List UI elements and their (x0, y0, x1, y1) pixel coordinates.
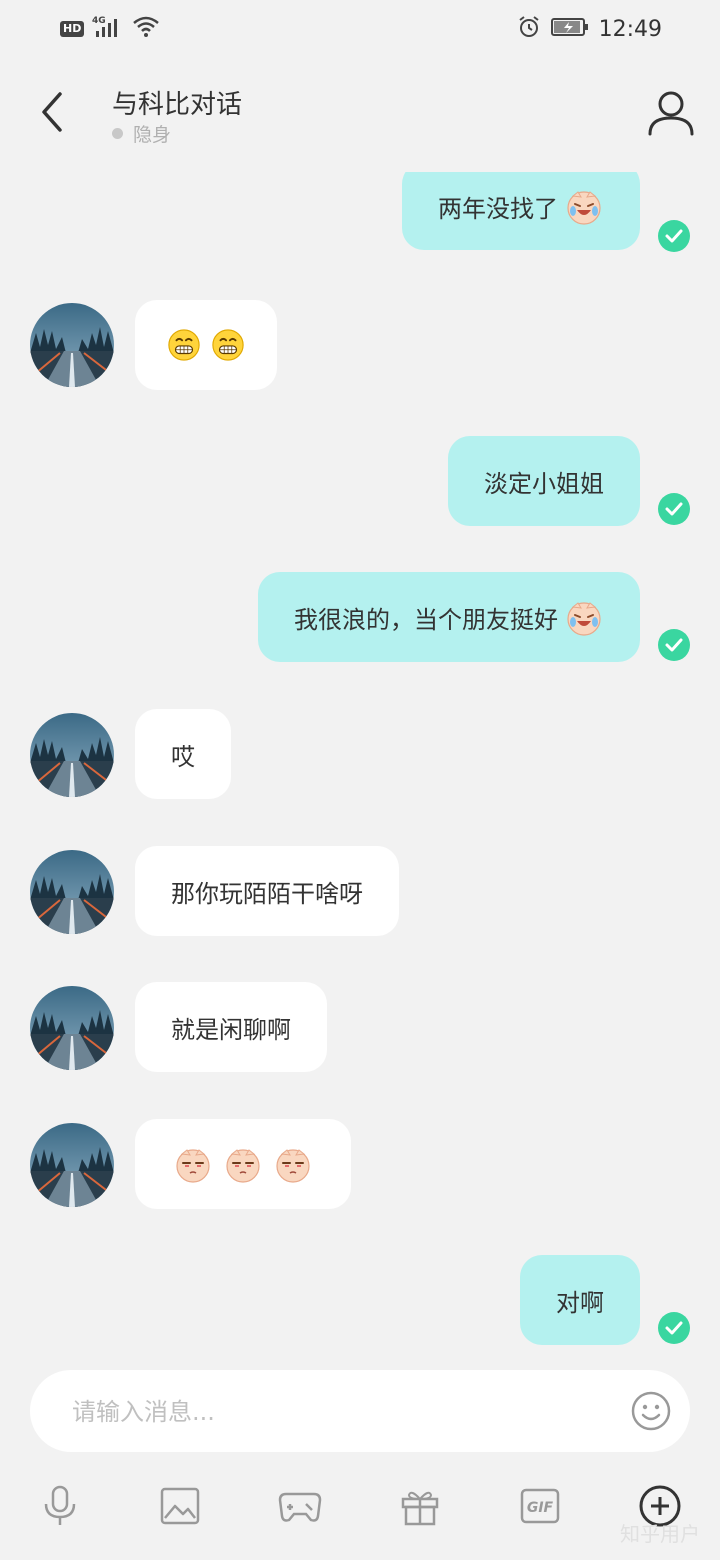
message-input[interactable] (70, 1370, 614, 1454)
svg-text:GIF: GIF (527, 1500, 554, 1516)
avatar[interactable] (30, 850, 114, 934)
emoji-button[interactable] (630, 1390, 672, 1432)
message-bubble-sent[interactable]: 对啊 (520, 1255, 640, 1345)
emoji-group (173, 1144, 313, 1184)
status-text: 隐身 (133, 124, 172, 146)
chevron-left-icon (42, 92, 62, 132)
gift-button[interactable] (388, 1474, 452, 1538)
smirk-icon (223, 1144, 263, 1184)
message-text: 那你玩陌陌干啥呀 (171, 879, 363, 908)
avatar-image (30, 986, 114, 1070)
message-bubble-sent[interactable]: 两年没找了 (402, 172, 640, 250)
user-icon (648, 91, 694, 136)
message-text: 淡定小姐姐 (484, 469, 604, 498)
chat-header: 与科比对话 隐身 (0, 70, 720, 160)
voice-button[interactable] (28, 1474, 92, 1538)
avatar[interactable] (30, 1123, 114, 1207)
status-left: HD 4G (60, 14, 160, 44)
hd-badge: HD (60, 21, 85, 37)
message-list[interactable]: 两年没找了 淡定小姐姐 我很浪的，当个朋友挺好 哎 那你玩陌陌干啥呀 就是闲聊啊… (0, 172, 720, 1362)
emoji-group (167, 328, 245, 362)
gift-icon (401, 1491, 439, 1526)
clock-time: 12:49 (598, 16, 662, 42)
chat-title: 与科比对话 (112, 90, 243, 120)
gif-icon: GIF (520, 1488, 560, 1524)
message-text: 就是闲聊啊 (171, 1015, 291, 1044)
avatar-image (30, 1123, 114, 1207)
presence-status: 隐身 (112, 120, 171, 147)
bottom-toolbar: GIF (0, 1474, 720, 1538)
profile-button[interactable] (646, 88, 696, 138)
message-text: 我很浪的，当个朋友挺好 (294, 605, 558, 634)
status-bar: HD 4G 12:49 (0, 0, 720, 58)
message-bubble-received[interactable] (135, 1119, 351, 1209)
microphone-icon (44, 1485, 76, 1525)
message-bubble-received[interactable] (135, 300, 277, 390)
back-button[interactable] (30, 84, 74, 140)
wifi-icon (132, 15, 160, 43)
game-button[interactable] (268, 1474, 332, 1538)
image-icon (160, 1487, 200, 1525)
gif-button[interactable]: GIF (508, 1474, 572, 1538)
game-icon (278, 1492, 322, 1522)
status-right: 12:49 (517, 14, 662, 44)
read-check-icon (658, 629, 690, 661)
avatar[interactable] (30, 713, 114, 797)
avatar-image (30, 850, 114, 934)
smirk-icon (273, 1144, 313, 1184)
image-button[interactable] (148, 1474, 212, 1538)
grin-icon (211, 328, 245, 362)
grin-icon (167, 328, 201, 362)
svg-text:4G: 4G (92, 16, 106, 26)
message-bubble-received[interactable]: 哎 (135, 709, 231, 799)
alarm-icon (517, 15, 541, 43)
avatar-image (30, 303, 114, 387)
message-bubble-received[interactable]: 那你玩陌陌干啥呀 (135, 846, 399, 936)
smirk-icon (173, 1144, 213, 1184)
avatar[interactable] (30, 303, 114, 387)
message-bubble-sent[interactable]: 淡定小姐姐 (448, 436, 640, 526)
message-bubble-sent[interactable]: 我很浪的，当个朋友挺好 (258, 572, 640, 662)
battery-icon (550, 16, 589, 42)
laugh-cry-icon (564, 186, 604, 226)
status-dot-icon (112, 128, 123, 139)
message-text: 对啊 (556, 1288, 604, 1317)
message-input-bar (30, 1370, 690, 1454)
message-text: 两年没找了 (438, 194, 558, 223)
message-bubble-received[interactable]: 就是闲聊啊 (135, 982, 327, 1072)
laugh-cry-icon (564, 597, 604, 637)
signal-icon: 4G (92, 15, 124, 43)
smiley-icon (631, 1391, 671, 1431)
read-check-icon (658, 1312, 690, 1344)
avatar[interactable] (30, 986, 114, 1070)
read-check-icon (658, 220, 690, 252)
watermark: 知乎用户 (620, 1522, 700, 1546)
read-check-icon (658, 493, 690, 525)
avatar-image (30, 713, 114, 797)
message-text: 哎 (171, 742, 195, 771)
